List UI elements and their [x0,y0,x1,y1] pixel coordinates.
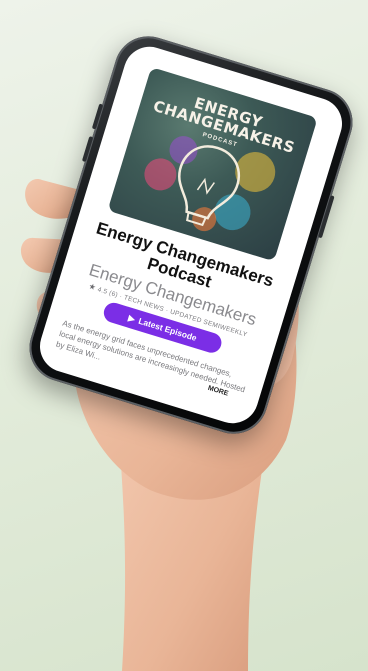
star-icon: ★ [87,281,98,293]
play-icon: ▶ [127,312,137,324]
